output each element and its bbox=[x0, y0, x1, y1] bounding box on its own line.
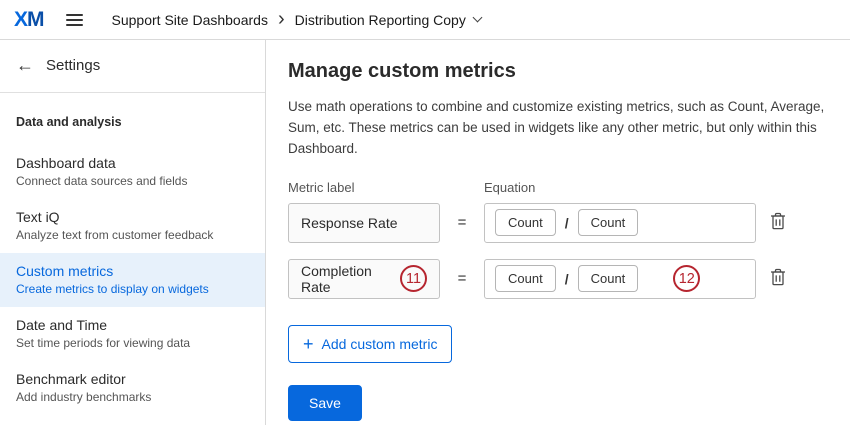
metric-label-value: Response Rate bbox=[301, 215, 398, 231]
breadcrumb-parent[interactable]: Support Site Dashboards bbox=[112, 12, 268, 28]
add-custom-metric-label: Add custom metric bbox=[322, 336, 438, 352]
sidebar-item-desc: Analyze text from customer feedback bbox=[16, 228, 249, 242]
main-content: Manage custom metrics Use math operation… bbox=[266, 40, 850, 425]
sidebar-item-date-and-time[interactable]: Date and Time Set time periods for viewi… bbox=[0, 307, 265, 361]
settings-sidebar: ← Settings Data and analysis Dashboard d… bbox=[0, 40, 266, 425]
trash-icon bbox=[770, 268, 786, 286]
sidebar-item-label: Dashboard data bbox=[16, 155, 249, 171]
sidebar-item-text-iq[interactable]: Text iQ Analyze text from customer feedb… bbox=[0, 199, 265, 253]
sidebar-item-desc: Create metrics to display on widgets bbox=[16, 282, 249, 296]
trash-icon bbox=[770, 212, 786, 230]
xm-logo: XM bbox=[14, 8, 44, 32]
chevron-right-icon: › bbox=[278, 9, 285, 29]
equals-sign: = bbox=[452, 270, 472, 287]
metric-chip-count[interactable]: Count bbox=[578, 265, 639, 292]
sidebar-item-custom-metrics[interactable]: Custom metrics Create metrics to display… bbox=[0, 253, 265, 307]
xm-logo-m: M bbox=[27, 8, 44, 31]
custom-metric-row: Completion Rate 11 = Count / Count 12 bbox=[288, 259, 826, 299]
custom-metric-row: Response Rate = Count / Count bbox=[288, 203, 826, 243]
settings-label: Settings bbox=[46, 57, 100, 74]
plus-icon: + bbox=[303, 335, 314, 353]
sidebar-item-desc: Set time periods for viewing data bbox=[16, 336, 249, 350]
sidebar-item-label: Benchmark editor bbox=[16, 371, 249, 387]
division-operator[interactable]: / bbox=[565, 215, 569, 231]
column-headers: Metric label Equation bbox=[288, 180, 826, 195]
topbar: XM Support Site Dashboards › Distributio… bbox=[0, 0, 850, 40]
metric-label-column-header: Metric label bbox=[288, 180, 440, 195]
equation-editor[interactable]: Count / Count bbox=[484, 203, 756, 243]
sidebar-item-label: Date and Time bbox=[16, 317, 249, 333]
sidebar-item-label: Custom metrics bbox=[16, 263, 249, 279]
add-custom-metric-button[interactable]: + Add custom metric bbox=[288, 325, 452, 363]
sidebar-item-dashboard-data[interactable]: Dashboard data Connect data sources and … bbox=[0, 145, 265, 199]
menu-icon[interactable] bbox=[66, 7, 92, 33]
equation-editor[interactable]: Count / Count 12 bbox=[484, 259, 756, 299]
settings-back[interactable]: ← Settings bbox=[0, 40, 265, 93]
annotation-circle-11: 11 bbox=[400, 265, 427, 292]
equation-column-header: Equation bbox=[484, 180, 756, 195]
back-arrow-icon: ← bbox=[16, 56, 34, 74]
sidebar-item-benchmark-editor[interactable]: Benchmark editor Add industry benchmarks bbox=[0, 361, 265, 415]
metric-label-input[interactable]: Completion Rate 11 bbox=[288, 259, 440, 299]
sidebar-item-label: Text iQ bbox=[16, 209, 249, 225]
metric-chip-count[interactable]: Count bbox=[495, 265, 556, 292]
sidebar-item-desc: Connect data sources and fields bbox=[16, 174, 249, 188]
save-button[interactable]: Save bbox=[288, 385, 362, 421]
page-description: Use math operations to combine and custo… bbox=[288, 97, 826, 160]
page-title: Manage custom metrics bbox=[288, 60, 826, 83]
annotation-circle-12: 12 bbox=[673, 265, 700, 292]
metric-label-input[interactable]: Response Rate bbox=[288, 203, 440, 243]
sidebar-section-data-and-analysis: Data and analysis bbox=[0, 93, 265, 145]
sidebar-nav: Dashboard data Connect data sources and … bbox=[0, 145, 265, 415]
metric-chip-count[interactable]: Count bbox=[578, 209, 639, 236]
equals-sign: = bbox=[452, 214, 472, 231]
delete-metric-button[interactable] bbox=[768, 266, 788, 291]
delete-metric-button[interactable] bbox=[768, 210, 788, 235]
breadcrumb-current-dropdown[interactable]: Distribution Reporting Copy bbox=[295, 12, 481, 28]
metric-chip-count[interactable]: Count bbox=[495, 209, 556, 236]
sidebar-item-desc: Add industry benchmarks bbox=[16, 390, 249, 404]
xm-logo-x: X bbox=[14, 8, 27, 31]
division-operator[interactable]: / bbox=[565, 271, 569, 287]
breadcrumb-current-label: Distribution Reporting Copy bbox=[295, 12, 466, 28]
metric-label-value: Completion Rate bbox=[301, 263, 392, 295]
chevron-down-icon bbox=[472, 13, 482, 23]
